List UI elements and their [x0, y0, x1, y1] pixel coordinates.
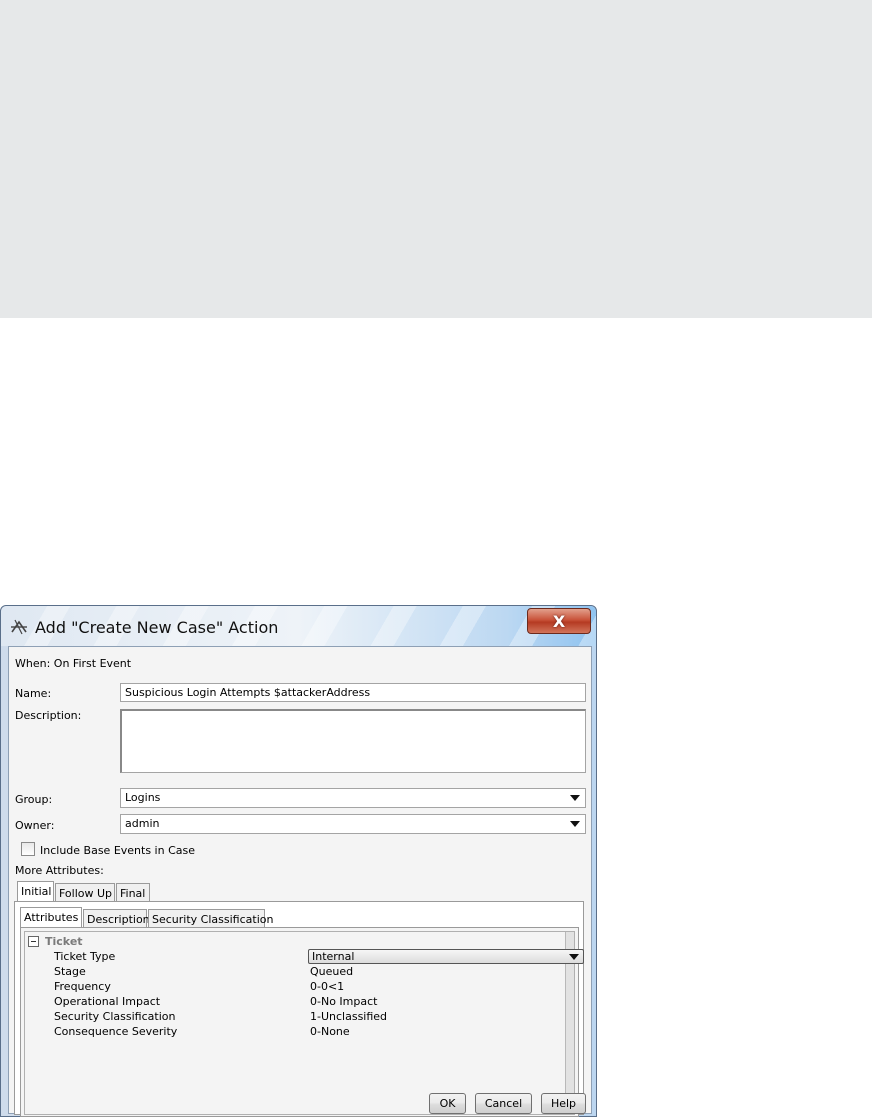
property-row[interactable]: Consequence Severity 0-None [25, 1024, 568, 1039]
attributes-panel: Ticket Ticket Type Internal Stage Queued [20, 927, 584, 1117]
group-select[interactable]: Logins [120, 788, 586, 808]
chevron-down-icon [570, 821, 580, 827]
include-base-events-checkbox[interactable] [21, 842, 35, 856]
ok-button[interactable]: OK [429, 1093, 466, 1114]
property-sheet: Ticket Ticket Type Internal Stage Queued [24, 931, 584, 1115]
property-row[interactable]: Operational Impact 0-No Impact [25, 994, 568, 1009]
owner-select[interactable]: admin [120, 814, 586, 834]
include-base-events-label: Include Base Events in Case [40, 844, 196, 857]
tab-description[interactable]: Description [83, 909, 150, 928]
property-value: 0-0<1 [310, 980, 345, 993]
property-value: 0-None [310, 1025, 350, 1038]
description-textarea[interactable] [120, 709, 586, 773]
collapse-icon[interactable] [28, 936, 39, 947]
property-name: Consequence Severity [54, 1025, 178, 1038]
property-name: Security Classification [54, 1010, 176, 1023]
chevron-down-icon [569, 954, 579, 960]
close-button[interactable]: X [527, 608, 591, 634]
property-row[interactable]: Frequency 0-0<1 [25, 979, 568, 994]
ticket-type-value: Internal [312, 950, 355, 963]
ticket-group-header: Ticket [45, 935, 83, 948]
tab-security-classification[interactable]: Security Classification [148, 909, 273, 928]
more-attributes-label: More Attributes: [15, 864, 104, 877]
tab-final[interactable]: Final [116, 883, 150, 902]
name-label: Name: [15, 687, 52, 700]
initial-tab-panel: Attributes Description Security Classifi… [14, 901, 584, 1117]
dialog-title: Add "Create New Case" Action [35, 618, 279, 637]
cancel-button[interactable]: Cancel [475, 1093, 532, 1114]
dialog-content: When: On First Event Name: Suspicious Lo… [8, 646, 592, 1117]
property-row[interactable]: Security Classification 1-Unclassified [25, 1009, 568, 1024]
name-field[interactable]: Suspicious Login Attempts $attackerAddre… [120, 683, 586, 702]
action-icon [11, 619, 27, 635]
tab-follow-up[interactable]: Follow Up [55, 883, 115, 902]
property-name: Frequency [54, 980, 111, 993]
group-label: Group: [15, 793, 53, 806]
title-bar[interactable]: Add "Create New Case" Action X [1, 606, 596, 646]
property-name: Operational Impact [54, 995, 161, 1008]
property-value: 1-Unclassified [310, 1010, 388, 1023]
property-row[interactable]: Stage Queued [25, 964, 568, 979]
when-label: When: On First Event [15, 657, 132, 670]
create-new-case-dialog: Add "Create New Case" Action X When: On … [0, 605, 597, 1117]
property-value: 0-No Impact [310, 995, 378, 1008]
tab-initial[interactable]: Initial [17, 881, 54, 902]
property-name: Ticket Type [54, 950, 116, 963]
help-button[interactable]: Help [541, 1093, 586, 1114]
description-label: Description: [15, 709, 82, 722]
ticket-type-select[interactable]: Internal [308, 949, 584, 964]
top-background-band [0, 0, 872, 318]
group-select-value: Logins [125, 791, 161, 804]
chevron-down-icon [570, 795, 580, 801]
property-row[interactable]: Ticket Type Internal [25, 949, 584, 964]
tab-attributes[interactable]: Attributes [20, 907, 82, 928]
close-icon: X [552, 611, 566, 631]
property-name: Stage [54, 965, 86, 978]
owner-label: Owner: [15, 819, 55, 832]
property-value: Queued [310, 965, 354, 978]
owner-select-value: admin [125, 817, 160, 830]
